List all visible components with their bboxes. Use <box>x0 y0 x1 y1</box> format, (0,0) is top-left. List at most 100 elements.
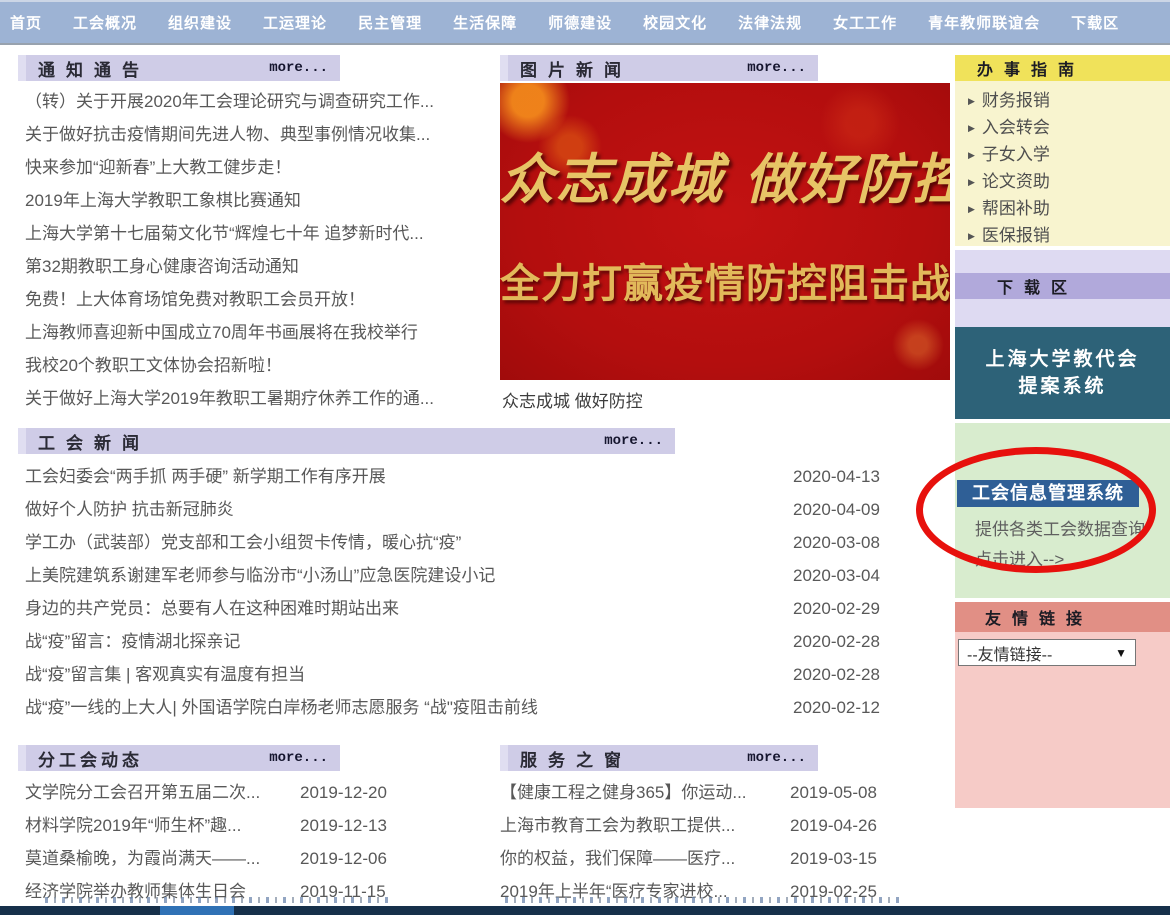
table-row: 上美院建筑系谢建军老师参与临汾市“小汤山”应急医院建设小记 2020-03-04 <box>25 559 950 592</box>
info-system-enter-link[interactable]: 点击进入--> <box>975 545 1064 570</box>
nav-item-union-overview[interactable]: 工会概况 <box>73 12 137 33</box>
guide-item-finance[interactable]: ▶财务报销 <box>955 87 1170 114</box>
guide-item-hardship-subsidy[interactable]: ▶帮困补助 <box>955 195 1170 222</box>
nav-item-campus-culture[interactable]: 校园文化 <box>643 12 707 33</box>
news-date: 2020-04-09 <box>793 493 880 526</box>
photo-news-more-link[interactable]: more... <box>747 60 818 76</box>
notice-link[interactable]: 上海教师喜迎新中国成立70周年书画展将在我校举行 <box>25 323 418 342</box>
proposal-line1: 上海大学教代会 <box>955 346 1170 373</box>
notice-link[interactable]: 关于做好上海大学2019年教职工暑期疗休养工作的通... <box>25 389 434 408</box>
notice-link[interactable]: 上海大学第十七届菊文化节“辉煌七十年 追梦新时代... <box>25 224 424 243</box>
notices-header: 通知通告 more... <box>18 55 340 81</box>
notice-link[interactable]: （转）关于开展2020年工会理论研究与调查研究工作... <box>25 92 434 111</box>
guide-item-label: 入会转会 <box>982 118 1050 137</box>
nav-item-home[interactable]: 首页 <box>10 12 42 33</box>
download-title: 下载区 <box>997 274 1078 298</box>
friend-links-dropdown[interactable]: --友情链接-- ▼ <box>958 639 1136 666</box>
guide-item-medical-claims[interactable]: ▶ 医保报销 <box>955 222 1170 249</box>
notice-link[interactable]: 第32期教职工身心健康咨询活动通知 <box>25 257 299 276</box>
news-link[interactable]: 战“疫”留言集 | 客观真实有温度有担当 <box>25 665 305 684</box>
table-row: 材料学院2019年“师生杯”趣... 2019-12-13 <box>25 809 445 842</box>
nav-item-downloads[interactable]: 下载区 <box>1071 12 1119 33</box>
guide-item-paper-funding[interactable]: ▶ 论文资助 <box>955 168 1170 195</box>
news-date: 2020-02-12 <box>793 691 880 724</box>
news-date: 2020-02-28 <box>793 625 880 658</box>
banner-slogan-line2: 全力打赢疫情防控阻击战 <box>500 251 950 309</box>
news-link[interactable]: 学工办（武装部）党支部和工会小组贺卡传情，暖心抗“疫” <box>25 533 461 552</box>
service-window-more-link[interactable]: more... <box>747 750 818 766</box>
footer-highlight-segment <box>160 906 234 915</box>
news-date: 2020-04-13 <box>793 460 880 493</box>
service-window-header: 服务之窗 more... <box>500 745 818 771</box>
notices-more-link[interactable]: more... <box>269 60 340 76</box>
notice-link[interactable]: 我校20个教职工文体协会招新啦！ <box>25 356 282 375</box>
arrow-right-icon: ▶ <box>968 96 975 106</box>
guide-panel: ▶财务报销 ▶ 入会转会 ▶子女入学 ▶ 论文资助 ▶帮困补助 ▶ 医保报销 <box>955 81 1170 246</box>
guide-item-children-school[interactable]: ▶子女入学 <box>955 141 1170 168</box>
news-link[interactable]: 文学院分工会召开第五届二次... <box>25 783 260 802</box>
news-date: 2019-02-25 <box>790 875 877 908</box>
proposal-system-banner[interactable]: 上海大学教代会 提案系统 <box>955 327 1170 419</box>
table-row: 上海市教育工会为教职工提供... 2019-04-26 <box>500 809 930 842</box>
news-date: 2019-11-15 <box>300 875 386 908</box>
table-row: 身边的共产党员：总要有人在这种困难时期站出来 2020-02-29 <box>25 592 950 625</box>
nav-item-young-teachers[interactable]: 青年教师联谊会 <box>928 12 1040 33</box>
nav-item-democratic-mgmt[interactable]: 民主管理 <box>358 12 422 33</box>
arrow-right-icon: ▶ <box>968 150 975 160</box>
news-link[interactable]: 【健康工程之健身365】你运动... <box>500 783 747 802</box>
table-row: 2019年上半年“医疗专家进校... 2019-02-25 <box>500 875 930 908</box>
guide-item-label: 医保报销 <box>982 226 1050 245</box>
table-row: 莫道桑榆晚，为霞尚满天——... 2019-12-06 <box>25 842 445 875</box>
union-news-more-link[interactable]: more... <box>604 433 675 449</box>
download-header[interactable]: 下载区 <box>955 273 1170 299</box>
clipped-row-remnant <box>505 897 905 903</box>
nav-item-life-security[interactable]: 生活保障 <box>453 12 517 33</box>
table-row: 经济学院举办教师集体生日会 2019-11-15 <box>25 875 445 908</box>
list-item: 关于做好上海大学2019年教职工暑期疗休养工作的通... <box>25 382 495 415</box>
nav-item-laws[interactable]: 法律法规 <box>738 12 802 33</box>
guide-item-label: 论文资助 <box>982 172 1050 191</box>
nav-item-labor-theory[interactable]: 工运理论 <box>263 12 327 33</box>
table-row: 学工办（武装部）党支部和工会小组贺卡传情，暖心抗“疫” 2020-03-08 <box>25 526 950 559</box>
nav-item-teacher-ethics[interactable]: 师德建设 <box>548 12 612 33</box>
news-date: 2019-05-08 <box>790 776 877 809</box>
news-link[interactable]: 上美院建筑系谢建军老师参与临汾市“小汤山”应急医院建设小记 <box>25 566 495 585</box>
news-date: 2020-03-04 <box>793 559 880 592</box>
list-item: 第32期教职工身心健康咨询活动通知 <box>25 250 495 283</box>
news-link[interactable]: 做好个人防护 抗击新冠肺炎 <box>25 500 234 519</box>
arrow-right-icon: ▶ <box>968 231 975 241</box>
notice-link[interactable]: 免费！上大体育场馆免费对教职工会员开放！ <box>25 290 365 309</box>
news-link[interactable]: 工会妇委会“两手抓 两手硬” 新学期工作有序开展 <box>25 467 386 486</box>
branch-news-more-link[interactable]: more... <box>269 750 340 766</box>
photo-news-header: 图片新闻 more... <box>500 55 818 81</box>
news-date: 2019-12-13 <box>300 809 387 842</box>
notice-link[interactable]: 快来参加“迎新春”上大教工健步走！ <box>25 158 291 177</box>
info-system-title-link[interactable]: 工会信息管理系统 <box>957 480 1139 507</box>
photo-news-title: 图片新闻 <box>508 56 632 81</box>
banner-caption-link[interactable]: 众志成城 做好防控 <box>502 387 643 412</box>
notice-link[interactable]: 2019年上海大学教职工象棋比赛通知 <box>25 191 301 210</box>
news-link[interactable]: 材料学院2019年“师生杯”趣... <box>25 816 241 835</box>
guide-item-membership[interactable]: ▶ 入会转会 <box>955 114 1170 141</box>
news-date: 2020-03-08 <box>793 526 880 559</box>
news-link[interactable]: 你的权益，我们保障——医疗... <box>500 849 735 868</box>
top-nav: 首页 工会概况 组织建设 工运理论 民主管理 生活保障 师德建设 校园文化 法律… <box>0 0 1170 45</box>
arrow-right-icon: ▶ <box>968 123 975 133</box>
news-link[interactable]: 战“疫”留言：疫情湖北探亲记 <box>25 632 240 651</box>
footer-bar <box>0 906 1170 915</box>
table-row: 工会妇委会“两手抓 两手硬” 新学期工作有序开展 2020-04-13 <box>25 460 950 493</box>
photo-news-banner-image[interactable]: 众志成城 做好防控 全力打赢疫情防控阻击战 <box>500 83 950 380</box>
news-link[interactable]: 身边的共产党员：总要有人在这种困难时期站出来 <box>25 599 399 618</box>
news-date: 2019-04-26 <box>790 809 877 842</box>
news-link[interactable]: 莫道桑榆晚，为霞尚满天——... <box>25 849 260 868</box>
info-system-desc: 提供各类工会数据查询 <box>975 515 1145 540</box>
arrow-right-icon: ▶ <box>968 177 975 187</box>
news-link[interactable]: 战“疫”一线的上大人| 外国语学院白岸杨老师志愿服务 “战"疫阻击前线 <box>25 698 538 717</box>
list-item: 2019年上海大学教职工象棋比赛通知 <box>25 184 495 217</box>
nav-item-organization[interactable]: 组织建设 <box>168 12 232 33</box>
table-row: 战“疫”留言：疫情湖北探亲记 2020-02-28 <box>25 625 950 658</box>
news-link[interactable]: 上海市教育工会为教职工提供... <box>500 816 735 835</box>
news-date: 2019-03-15 <box>790 842 877 875</box>
nav-item-women-work[interactable]: 女工工作 <box>833 12 897 33</box>
notice-link[interactable]: 关于做好抗击疫情期间先进人物、典型事例情况收集... <box>25 125 430 144</box>
